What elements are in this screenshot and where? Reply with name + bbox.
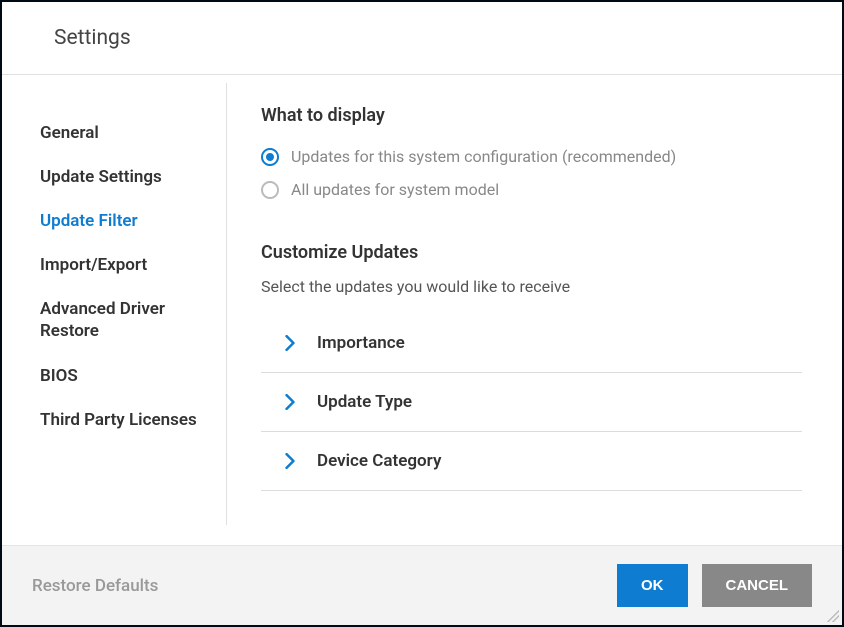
radio-system-configuration[interactable]: Updates for this system configuration (r… xyxy=(261,140,802,173)
accordion-list: Importance Update Type Device Category xyxy=(261,314,802,491)
sidebar-item-label: Update Filter xyxy=(40,211,138,231)
accordion-label: Importance xyxy=(317,333,405,353)
page-title: Settings xyxy=(54,26,842,50)
radio-indicator-icon xyxy=(261,181,279,199)
accordion-update-type[interactable]: Update Type xyxy=(261,373,802,432)
sidebar-item-advanced-driver-restore[interactable]: Advanced Driver Restore xyxy=(40,287,200,353)
ok-button[interactable]: OK xyxy=(617,564,688,607)
chevron-right-icon xyxy=(281,452,299,470)
footer-buttons: OK CANCEL xyxy=(617,564,812,607)
display-radio-group: Updates for this system configuration (r… xyxy=(261,140,802,206)
sidebar-item-general[interactable]: General xyxy=(40,111,200,155)
sidebar: General Update Settings Update Filter Im… xyxy=(2,83,227,525)
sidebar-item-bios[interactable]: BIOS xyxy=(40,354,200,398)
footer-wrap: Restore Defaults OK CANCEL xyxy=(2,545,842,625)
radio-label: Updates for this system configuration (r… xyxy=(291,147,676,166)
chevron-right-icon xyxy=(281,393,299,411)
sidebar-item-third-party-licenses[interactable]: Third Party Licenses xyxy=(40,398,200,442)
sidebar-item-update-filter[interactable]: Update Filter xyxy=(40,199,200,243)
radio-label: All updates for system model xyxy=(291,180,499,199)
sidebar-item-update-settings[interactable]: Update Settings xyxy=(40,155,200,199)
accordion-importance[interactable]: Importance xyxy=(261,314,802,373)
accordion-device-category[interactable]: Device Category xyxy=(261,432,802,491)
customize-updates-subtitle: Select the updates you would like to rec… xyxy=(261,277,802,296)
accordion-label: Update Type xyxy=(317,392,412,412)
radio-indicator-icon xyxy=(261,148,279,166)
sidebar-item-import-export[interactable]: Import/Export xyxy=(40,243,200,287)
resize-grip-icon[interactable] xyxy=(827,610,839,622)
sidebar-item-label: Import/Export xyxy=(40,255,147,275)
customize-updates-title: Customize Updates xyxy=(261,242,802,263)
what-to-display-title: What to display xyxy=(261,105,802,126)
header: Settings xyxy=(2,2,842,75)
sidebar-item-label: Third Party Licenses xyxy=(40,410,197,430)
chevron-right-icon xyxy=(281,334,299,352)
sidebar-item-label: Update Settings xyxy=(40,167,162,187)
main-panel: What to display Updates for this system … xyxy=(227,75,842,545)
footer: Restore Defaults OK CANCEL xyxy=(2,545,842,625)
sidebar-item-label: General xyxy=(40,123,99,143)
sidebar-item-label: BIOS xyxy=(40,366,78,386)
radio-all-updates[interactable]: All updates for system model xyxy=(261,173,802,206)
cancel-button[interactable]: CANCEL xyxy=(702,564,813,607)
content-area: General Update Settings Update Filter Im… xyxy=(2,75,842,545)
accordion-label: Device Category xyxy=(317,451,441,471)
radio-dot-icon xyxy=(266,153,274,161)
sidebar-item-label: Advanced Driver Restore xyxy=(40,299,165,341)
restore-defaults-link[interactable]: Restore Defaults xyxy=(32,576,158,596)
